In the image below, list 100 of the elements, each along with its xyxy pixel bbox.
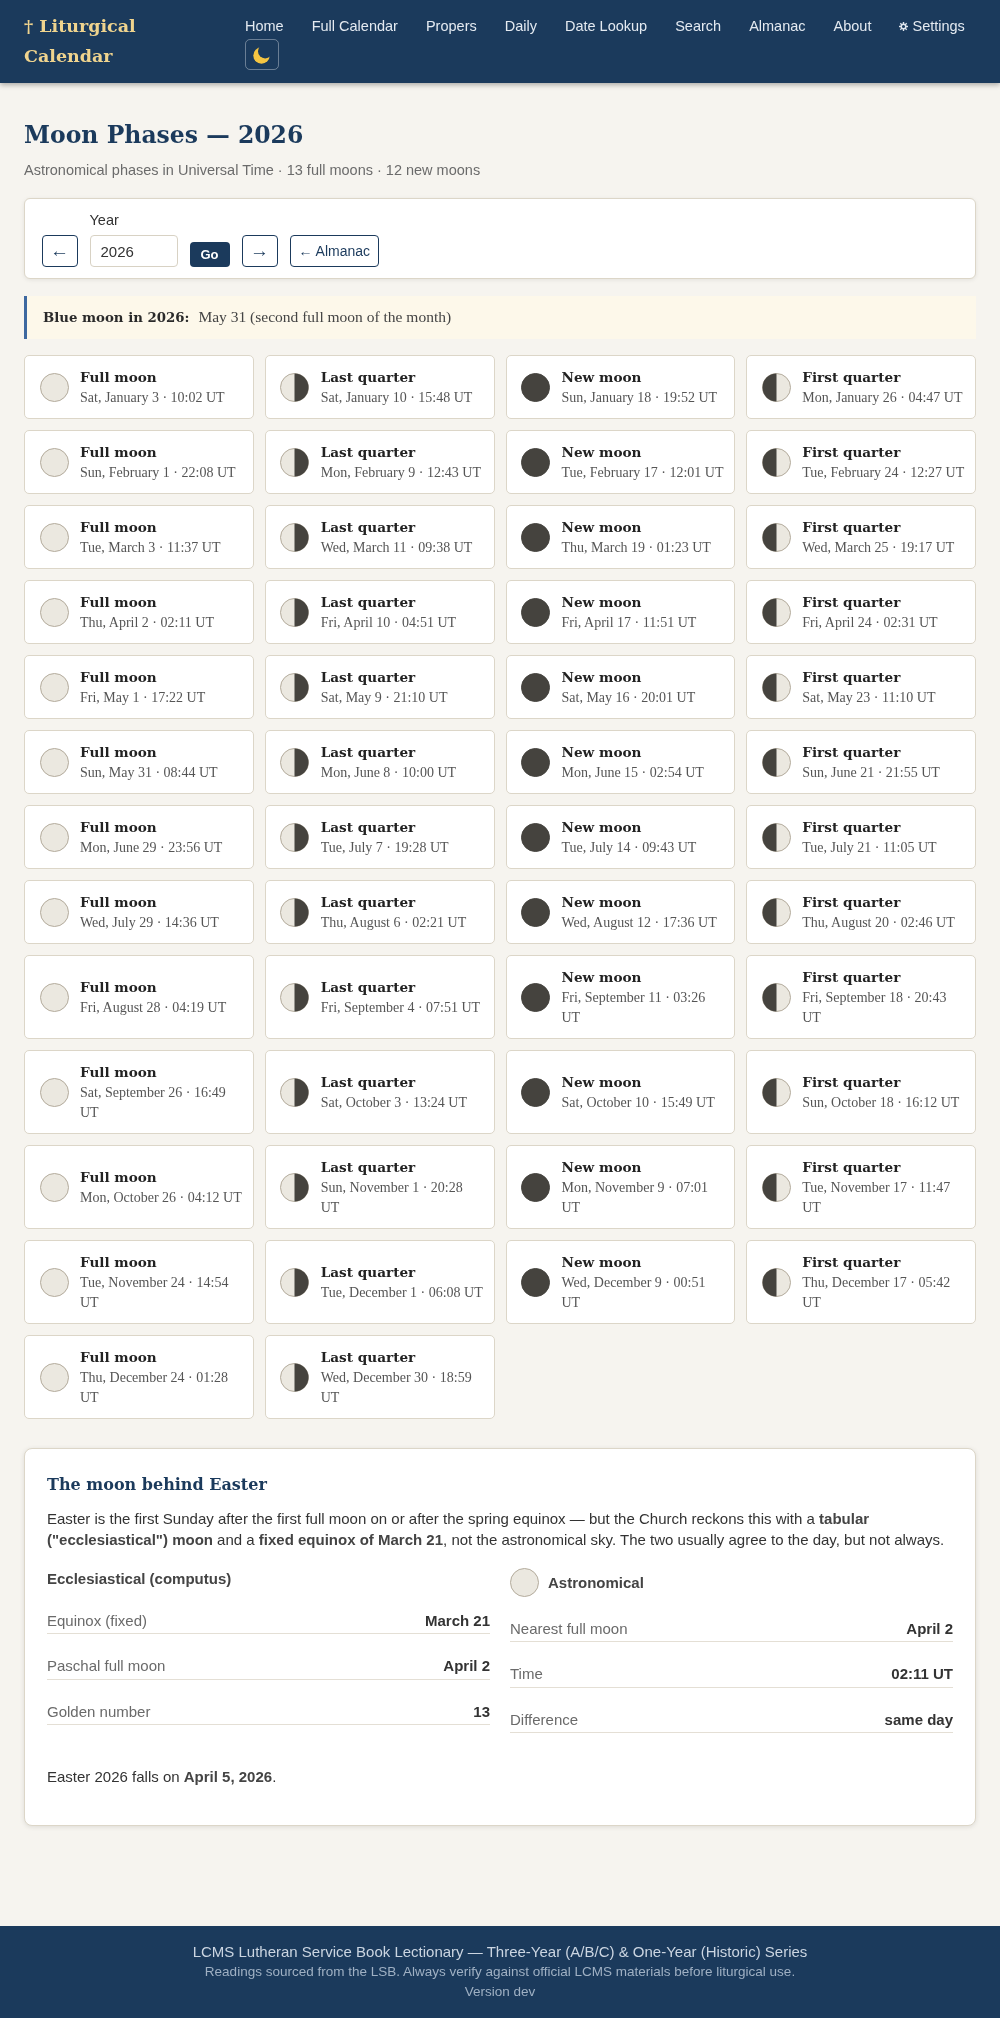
nav-link[interactable]: Date Lookup xyxy=(564,16,648,36)
nav-link[interactable]: About xyxy=(833,16,872,36)
phase-name: New moon xyxy=(561,1252,642,1272)
phase-name: Full moon xyxy=(80,1252,157,1272)
new-moon-icon xyxy=(521,897,550,927)
phase-name: Last quarter xyxy=(320,517,416,537)
phase-time: Mon, June 15 · 02:54 UT xyxy=(561,763,704,782)
full-moon-icon xyxy=(39,597,69,627)
detail-label: Time xyxy=(510,1664,543,1684)
detail-label: Difference xyxy=(510,1709,579,1730)
full-moon-icon xyxy=(39,372,69,402)
phase-time: Sun, January 18 · 19:52 UT xyxy=(561,388,718,407)
section-heading: The moon behind Easter xyxy=(47,1474,268,1496)
half-moon-icon xyxy=(280,747,310,777)
phase-time: Mon, January 26 · 04:47 UT xyxy=(802,388,963,407)
new-moon-icon xyxy=(521,372,550,402)
phase-time: Fri, April 10 · 04:51 UT xyxy=(320,613,457,632)
phase-name: First quarter xyxy=(802,1252,901,1272)
half-moon-icon xyxy=(761,747,791,777)
phase-time: Mon, February 9 · 12:43 UT xyxy=(320,463,481,482)
full-moon-icon xyxy=(39,1267,69,1297)
theme-toggle-button[interactable] xyxy=(245,39,279,70)
half-moon-icon xyxy=(280,1172,310,1202)
full-moon-icon xyxy=(39,747,69,777)
settings-link[interactable]: Settings xyxy=(899,16,965,36)
full-moon-icon xyxy=(39,822,69,852)
nav-link[interactable]: Full Calendar xyxy=(311,16,398,36)
previous-year-button[interactable]: ← xyxy=(41,235,78,267)
phase-time: Tue, March 3 · 11:37 UT xyxy=(80,538,221,557)
phase-name: First quarter xyxy=(802,367,901,387)
phase-name: Full moon xyxy=(80,742,157,762)
full-moon-icon xyxy=(39,982,69,1012)
site-title[interactable]: † Liturgical Calendar xyxy=(24,11,159,83)
phase-time: Tue, December 1 · 06:08 UT xyxy=(320,1283,483,1302)
intro-paragraph: Easter is the first Sunday after the first full moon on or after the spring equinox — but the Church reckons this with a tabular ("ecclesiastical") moon and a fixed equinox of March 21, not the astronomical sky. The two usually agree to the day, but not always. xyxy=(47,1508,946,1550)
half-moon-icon xyxy=(280,897,310,927)
full-moon-icon xyxy=(39,672,69,702)
phase-time: Sat, May 9 · 21:10 UT xyxy=(320,688,448,707)
half-moon-icon xyxy=(761,822,791,852)
phase-time: Sun, November 1 · 20:28 UT xyxy=(320,1178,464,1217)
detail-value: 13 xyxy=(473,1701,490,1722)
half-moon-icon xyxy=(761,897,791,927)
nav-link[interactable]: Almanac xyxy=(749,16,806,36)
phase-time: Tue, November 17 · 11:47 UT xyxy=(802,1178,952,1217)
phase-time: Sun, February 1 · 22:08 UT xyxy=(80,463,236,482)
next-year-button[interactable]: → xyxy=(241,235,278,267)
nav-link[interactable]: Daily xyxy=(504,16,537,36)
year-input[interactable]: 2026 xyxy=(89,235,178,267)
half-moon-icon xyxy=(280,672,310,702)
detail-value: April 2 xyxy=(443,1656,490,1676)
easter-date-note: Easter 2026 falls on April 5, 2026. xyxy=(47,1767,278,1787)
phase-name: New moon xyxy=(561,817,642,837)
phase-name: Last quarter xyxy=(320,742,416,762)
half-moon-icon xyxy=(761,1172,791,1202)
phase-time: Wed, December 9 · 00:51 UT xyxy=(561,1273,707,1312)
phase-time: Mon, June 29 · 23:56 UT xyxy=(80,838,223,857)
new-moon-icon xyxy=(521,447,550,477)
full-moon-icon xyxy=(39,1362,69,1392)
phase-time: Fri, August 28 · 04:19 UT xyxy=(80,998,227,1017)
phase-name: First quarter xyxy=(802,667,901,687)
go-button[interactable]: Go xyxy=(189,242,230,267)
phase-name: Last quarter xyxy=(320,367,416,387)
half-moon-icon xyxy=(761,597,791,627)
half-moon-icon xyxy=(280,822,310,852)
half-moon-icon xyxy=(280,447,310,477)
phase-name: New moon xyxy=(561,517,642,537)
phase-name: Last quarter xyxy=(320,442,416,462)
full-moon-icon xyxy=(39,447,69,477)
phase-time: Sat, October 10 · 15:49 UT xyxy=(561,1093,715,1112)
half-moon-icon xyxy=(761,372,791,402)
phase-name: Full moon xyxy=(80,892,157,912)
phase-name: Last quarter xyxy=(320,1157,416,1177)
phase-name: Full moon xyxy=(80,517,157,537)
phase-name: Last quarter xyxy=(320,977,416,997)
phase-name: Full moon xyxy=(80,442,157,462)
phase-name: Full moon xyxy=(80,977,157,997)
half-moon-icon xyxy=(761,1267,791,1297)
half-moon-icon xyxy=(280,597,310,627)
half-moon-icon xyxy=(761,447,791,477)
nav-link[interactable]: Home xyxy=(245,16,284,36)
almanac-link[interactable]: ← Almanac xyxy=(289,235,380,267)
crescent-moon-icon xyxy=(253,45,271,64)
phase-time: Fri, April 24 · 02:31 UT xyxy=(802,613,938,632)
new-moon-icon xyxy=(521,672,550,702)
phase-time: Wed, December 30 · 18:59 UT xyxy=(320,1368,473,1407)
phase-time: Wed, August 12 · 17:36 UT xyxy=(561,913,717,932)
phase-name: First quarter xyxy=(802,1157,901,1177)
phase-time: Wed, July 29 · 14:36 UT xyxy=(80,913,219,932)
phase-time: Tue, July 7 · 19:28 UT xyxy=(320,838,449,857)
nav-link[interactable]: Search xyxy=(675,16,722,36)
phase-time: Sat, January 10 · 15:48 UT xyxy=(320,388,473,407)
phase-name: First quarter xyxy=(802,442,901,462)
half-moon-icon xyxy=(761,672,791,702)
phase-name: Full moon xyxy=(80,667,157,687)
callout-text: May 31 (second full moon of the month) xyxy=(198,306,452,327)
phase-time: Tue, February 17 · 12:01 UT xyxy=(561,463,724,482)
nav-link[interactable]: Propers xyxy=(425,16,477,36)
phase-time: Tue, November 24 · 14:54 UT xyxy=(80,1273,230,1312)
phase-name: New moon xyxy=(561,967,642,987)
detail-value: March 21 xyxy=(424,1610,490,1631)
